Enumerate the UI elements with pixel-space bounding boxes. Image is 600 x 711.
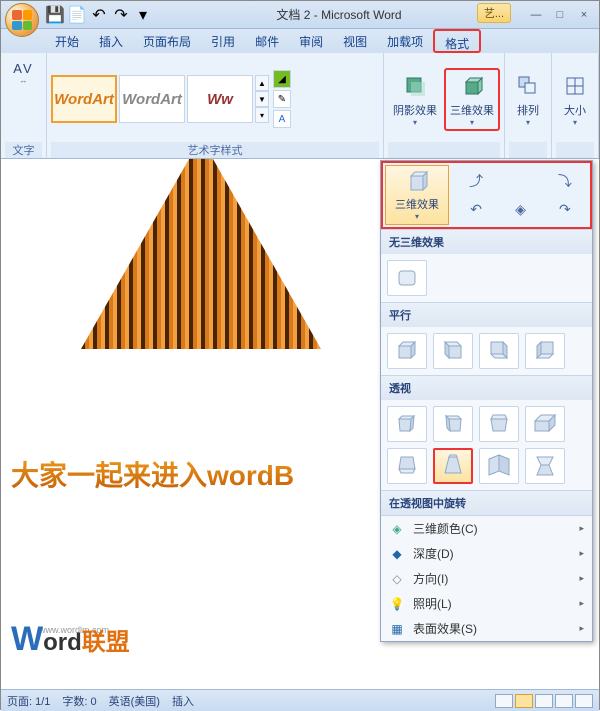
status-mode[interactable]: 插入 [172, 693, 194, 709]
menu-surface[interactable]: ▦表面效果(S)▸ [381, 616, 592, 641]
arrange-button[interactable]: 排列 ▾ [509, 69, 547, 130]
3d-effect-main-button[interactable]: 三维效果 ▾ [385, 165, 449, 225]
gallery-up-icon[interactable]: ▲ [255, 75, 269, 91]
surface-icon: ▦ [389, 621, 405, 637]
tilt-right-icon[interactable]: ↷ [544, 196, 586, 223]
menu-lighting[interactable]: 💡照明(L)▸ [381, 591, 592, 616]
view-print-layout[interactable] [495, 694, 513, 708]
wordart-style-gallery[interactable]: WordArt WordArt Ww ▲ ▼ ▾ [51, 75, 269, 123]
qat-redo[interactable]: ↷ [111, 5, 131, 25]
tab-home[interactable]: 开始 [45, 29, 89, 53]
tilt-left-icon[interactable]: ↶ [455, 196, 497, 223]
3d-perspective-option[interactable] [387, 406, 427, 442]
office-button[interactable] [5, 3, 39, 37]
qat-new[interactable]: 📄 [67, 5, 87, 25]
menu-depth[interactable]: ◆深度(D)▸ [381, 541, 592, 566]
qat-undo[interactable]: ↶ [89, 5, 109, 25]
3d-effect-dropdown: 三维效果 ▾ ⤴ ⤵ ↶ ◈ ↷ 无三维效果 平行 透视 [380, 160, 593, 642]
3d-perspective-option[interactable] [387, 448, 427, 484]
gallery-more-icon[interactable]: ▾ [255, 107, 269, 123]
gallery-down-icon[interactable]: ▼ [255, 91, 269, 107]
view-draft[interactable] [575, 694, 593, 708]
3d-parallel-option[interactable] [525, 333, 565, 369]
3d-perspective-option[interactable] [525, 406, 565, 442]
status-lang[interactable]: 英语(美国) [109, 693, 160, 709]
group-text-label: 文字 [5, 142, 42, 158]
3d-perspective-option-selected[interactable] [433, 448, 473, 484]
menu-3d-color[interactable]: ◈三维颜色(C)▸ [381, 516, 592, 541]
gallery-item[interactable]: Ww [187, 75, 253, 123]
maximize-button[interactable]: □ [549, 7, 571, 23]
spacing-button[interactable]: AV ↔ [6, 56, 42, 88]
menu-direction[interactable]: ◇方向(I)▸ [381, 566, 592, 591]
change-shape-icon[interactable]: A [273, 110, 291, 128]
wordart-object[interactable]: 大家一起来进入wordB [11, 319, 371, 519]
tilt-center-icon[interactable]: ◈ [499, 196, 541, 223]
close-button[interactable]: × [573, 7, 595, 23]
group-gallery-label: 艺术字样式 [51, 142, 379, 158]
3d-parallel-option[interactable] [387, 333, 427, 369]
tab-layout[interactable]: 页面布局 [133, 29, 201, 53]
tilt-up-icon[interactable]: ⤴ [455, 167, 497, 194]
tab-format[interactable]: 格式 [433, 29, 481, 53]
gallery-item[interactable]: WordArt [119, 75, 185, 123]
depth-icon: ◆ [389, 546, 405, 562]
shape-fill-icon[interactable]: ◢ [273, 70, 291, 88]
section-rotate-header: 在透视图中旋转 [381, 491, 592, 515]
cube-icon: ◈ [389, 521, 405, 537]
context-tab-wordart[interactable]: 艺... [477, 3, 511, 23]
section-parallel-header: 平行 [381, 303, 592, 327]
tab-review[interactable]: 审阅 [289, 29, 333, 53]
minimize-button[interactable]: — [525, 7, 547, 23]
status-page[interactable]: 页面: 1/1 [7, 693, 50, 709]
tab-mail[interactable]: 邮件 [245, 29, 289, 53]
3d-perspective-option[interactable] [525, 448, 565, 484]
3d-parallel-option[interactable] [479, 333, 519, 369]
view-outline[interactable] [555, 694, 573, 708]
gallery-item[interactable]: WordArt [51, 75, 117, 123]
section-perspective-header: 透视 [381, 376, 592, 400]
tab-insert[interactable]: 插入 [89, 29, 133, 53]
watermark-logo: Word联盟 [11, 620, 130, 659]
view-web[interactable] [535, 694, 553, 708]
tab-view[interactable]: 视图 [333, 29, 377, 53]
qat-save[interactable]: 💾 [45, 5, 65, 25]
qat-customize[interactable]: ▾ [133, 5, 153, 25]
size-button[interactable]: 大小 ▾ [556, 69, 594, 130]
3d-effect-button[interactable]: 三维效果 ▾ [444, 68, 500, 131]
direction-icon: ◇ [389, 571, 405, 587]
3d-none-option[interactable] [387, 260, 427, 296]
3d-perspective-option[interactable] [433, 406, 473, 442]
tilt-down-icon[interactable]: ⤵ [544, 167, 586, 194]
tab-addins[interactable]: 加载项 [377, 29, 433, 53]
lighting-icon: 💡 [389, 596, 405, 612]
3d-perspective-option[interactable] [479, 406, 519, 442]
3d-perspective-option[interactable] [479, 448, 519, 484]
shadow-effect-button[interactable]: 阴影效果 ▾ [388, 69, 442, 130]
section-none-header: 无三维效果 [381, 230, 592, 254]
shape-outline-icon[interactable]: ✎ [273, 90, 291, 108]
tab-references[interactable]: 引用 [201, 29, 245, 53]
window-title: 文档 2 - Microsoft Word [153, 6, 525, 23]
view-fullscreen[interactable] [515, 694, 533, 708]
3d-parallel-option[interactable] [433, 333, 473, 369]
status-words[interactable]: 字数: 0 [62, 693, 96, 709]
